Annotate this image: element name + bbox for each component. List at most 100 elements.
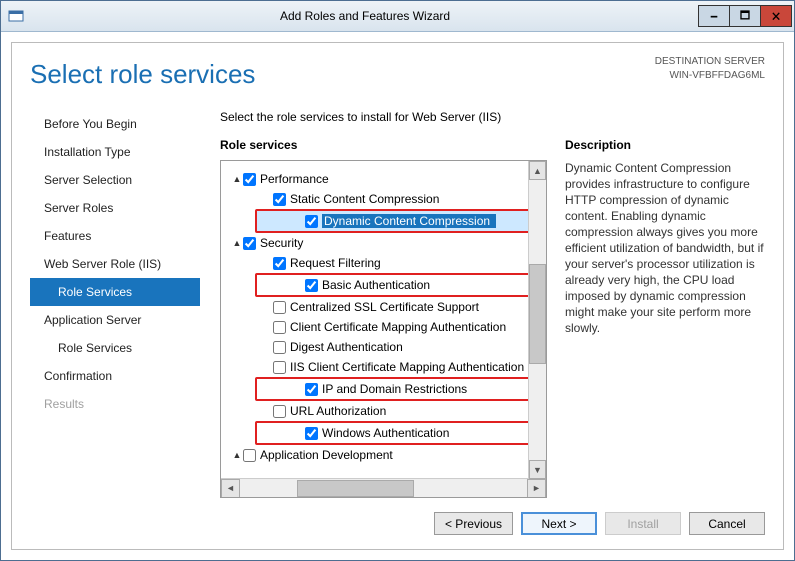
- tree-column: Role services ▲ Performance Static Content…: [220, 138, 547, 498]
- cancel-button[interactable]: Cancel: [689, 512, 765, 535]
- tree-checkbox[interactable]: [243, 173, 256, 186]
- install-button[interactable]: Install: [605, 512, 681, 535]
- tree-checkbox[interactable]: [273, 405, 286, 418]
- vscroll-thumb[interactable]: [529, 264, 546, 364]
- tree-item-label: IP and Domain Restrictions: [322, 382, 473, 396]
- panel-body: Before You BeginInstallation TypeServer …: [30, 106, 765, 498]
- scroll-down-icon[interactable]: ▼: [529, 460, 546, 479]
- tree-item-label: Dynamic Content Compression: [322, 214, 496, 228]
- nav-item-6[interactable]: Role Services: [30, 278, 200, 306]
- tree-item-5[interactable]: Basic Authentication: [257, 275, 540, 295]
- close-button[interactable]: 🗙: [760, 5, 792, 27]
- vertical-scrollbar[interactable]: ▲ ▼: [528, 161, 546, 479]
- description-column: Description Dynamic Content Compression …: [565, 138, 765, 498]
- tree-item-label: Performance: [260, 172, 335, 186]
- scroll-right-icon[interactable]: ►: [527, 479, 546, 498]
- collapse-icon[interactable]: ▲: [231, 174, 243, 184]
- previous-button[interactable]: < Previous: [434, 512, 513, 535]
- tree-item-11[interactable]: URL Authorization: [221, 401, 546, 421]
- wizard-window: Add Roles and Features Wizard 🗕 🗖 🗙 Sele…: [0, 0, 795, 561]
- tree-item-label: Application Development: [260, 448, 399, 462]
- hscroll-thumb[interactable]: [297, 480, 414, 497]
- nav-item-4[interactable]: Features: [30, 222, 200, 250]
- tree-item-12[interactable]: Windows Authentication: [257, 423, 540, 443]
- tree-viewport[interactable]: ▲ Performance Static Content Compression Dy…: [221, 161, 546, 478]
- minimize-button[interactable]: 🗕: [698, 5, 730, 27]
- role-services-tree: ▲ Performance Static Content Compression Dy…: [220, 160, 547, 498]
- tree-checkbox[interactable]: [305, 427, 318, 440]
- tree-item-label: Centralized SSL Certificate Support: [290, 300, 485, 314]
- collapse-icon[interactable]: ▲: [231, 238, 243, 248]
- scroll-up-icon[interactable]: ▲: [529, 161, 546, 180]
- nav-item-1[interactable]: Installation Type: [30, 138, 200, 166]
- collapse-icon[interactable]: ▲: [231, 450, 243, 460]
- nav-item-3[interactable]: Server Roles: [30, 194, 200, 222]
- tree-item-label: Static Content Compression: [290, 192, 445, 206]
- highlight-box: Dynamic Content Compression: [255, 209, 542, 233]
- nav-item-10: Results: [30, 390, 200, 418]
- tree-checkbox[interactable]: [273, 193, 286, 206]
- tree-checkbox[interactable]: [273, 301, 286, 314]
- tree-item-label: Client Certificate Mapping Authenticatio…: [290, 320, 512, 334]
- destination-server: WIN-VFBFFDAG6ML: [655, 69, 765, 83]
- tree-checkbox[interactable]: [243, 237, 256, 250]
- instruction-text: Select the role services to install for …: [220, 110, 765, 124]
- hscroll-track[interactable]: [240, 480, 527, 497]
- maximize-button[interactable]: 🗖: [729, 5, 761, 27]
- nav-item-9[interactable]: Confirmation: [30, 362, 200, 390]
- tree-item-label: Digest Authentication: [290, 340, 409, 354]
- tree-item-9[interactable]: IIS Client Certificate Mapping Authentic…: [221, 357, 546, 377]
- wizard-panel: Select role services DESTINATION SERVER …: [11, 42, 784, 550]
- tree-item-2[interactable]: Dynamic Content Compression: [257, 211, 540, 231]
- tree-item-10[interactable]: IP and Domain Restrictions: [257, 379, 540, 399]
- tree-item-label: Basic Authentication: [322, 278, 436, 292]
- window-buttons: 🗕 🗖 🗙: [699, 5, 792, 27]
- window-icon: [1, 8, 31, 24]
- tree-item-1[interactable]: Static Content Compression: [221, 189, 546, 209]
- tree-label: Role services: [220, 138, 547, 152]
- tree-checkbox[interactable]: [243, 449, 256, 462]
- highlight-box: Basic Authentication: [255, 273, 542, 297]
- nav-item-5[interactable]: Web Server Role (IIS): [30, 250, 200, 278]
- description-label: Description: [565, 138, 765, 152]
- main-columns: Role services ▲ Performance Static Content…: [220, 138, 765, 498]
- tree-checkbox[interactable]: [273, 341, 286, 354]
- tree-item-8[interactable]: Digest Authentication: [221, 337, 546, 357]
- window-title: Add Roles and Features Wizard: [31, 9, 699, 23]
- tree-item-3[interactable]: ▲ Security: [221, 233, 546, 253]
- tree-item-7[interactable]: Client Certificate Mapping Authenticatio…: [221, 317, 546, 337]
- tree-checkbox[interactable]: [273, 361, 286, 374]
- destination-box: DESTINATION SERVER WIN-VFBFFDAG6ML: [655, 55, 765, 83]
- tree-item-4[interactable]: Request Filtering: [221, 253, 546, 273]
- nav-item-7[interactable]: Application Server: [30, 306, 200, 334]
- destination-label: DESTINATION SERVER: [655, 55, 765, 69]
- description-text: Dynamic Content Compression provides inf…: [565, 160, 765, 336]
- nav-item-8[interactable]: Role Services: [30, 334, 200, 362]
- tree-item-label: URL Authorization: [290, 404, 392, 418]
- horizontal-scrollbar[interactable]: ◄ ►: [221, 478, 546, 497]
- tree-item-6[interactable]: Centralized SSL Certificate Support: [221, 297, 546, 317]
- main-pane: Select the role services to install for …: [200, 106, 765, 498]
- highlight-box: Windows Authentication: [255, 421, 542, 445]
- tree-checkbox[interactable]: [273, 321, 286, 334]
- highlight-box: IP and Domain Restrictions: [255, 377, 542, 401]
- tree-checkbox[interactable]: [273, 257, 286, 270]
- tree-item-0[interactable]: ▲ Performance: [221, 169, 546, 189]
- tree-checkbox[interactable]: [305, 383, 318, 396]
- nav-item-2[interactable]: Server Selection: [30, 166, 200, 194]
- tree-item-label: Security: [260, 236, 309, 250]
- tree-item-label: IIS Client Certificate Mapping Authentic…: [290, 360, 530, 374]
- tree-item-label: Windows Authentication: [322, 426, 455, 440]
- vscroll-track[interactable]: [529, 180, 546, 460]
- tree-checkbox[interactable]: [305, 215, 318, 228]
- wizard-nav: Before You BeginInstallation TypeServer …: [30, 106, 200, 498]
- next-button[interactable]: Next >: [521, 512, 597, 535]
- page-title: Select role services: [30, 59, 255, 90]
- tree-item-label: Request Filtering: [290, 256, 387, 270]
- footer: < Previous Next > Install Cancel: [30, 512, 765, 535]
- nav-item-0[interactable]: Before You Begin: [30, 110, 200, 138]
- scroll-left-icon[interactable]: ◄: [221, 479, 240, 498]
- tree-checkbox[interactable]: [305, 279, 318, 292]
- panel-header: Select role services DESTINATION SERVER …: [30, 55, 765, 106]
- tree-item-13[interactable]: ▲ Application Development: [221, 445, 546, 465]
